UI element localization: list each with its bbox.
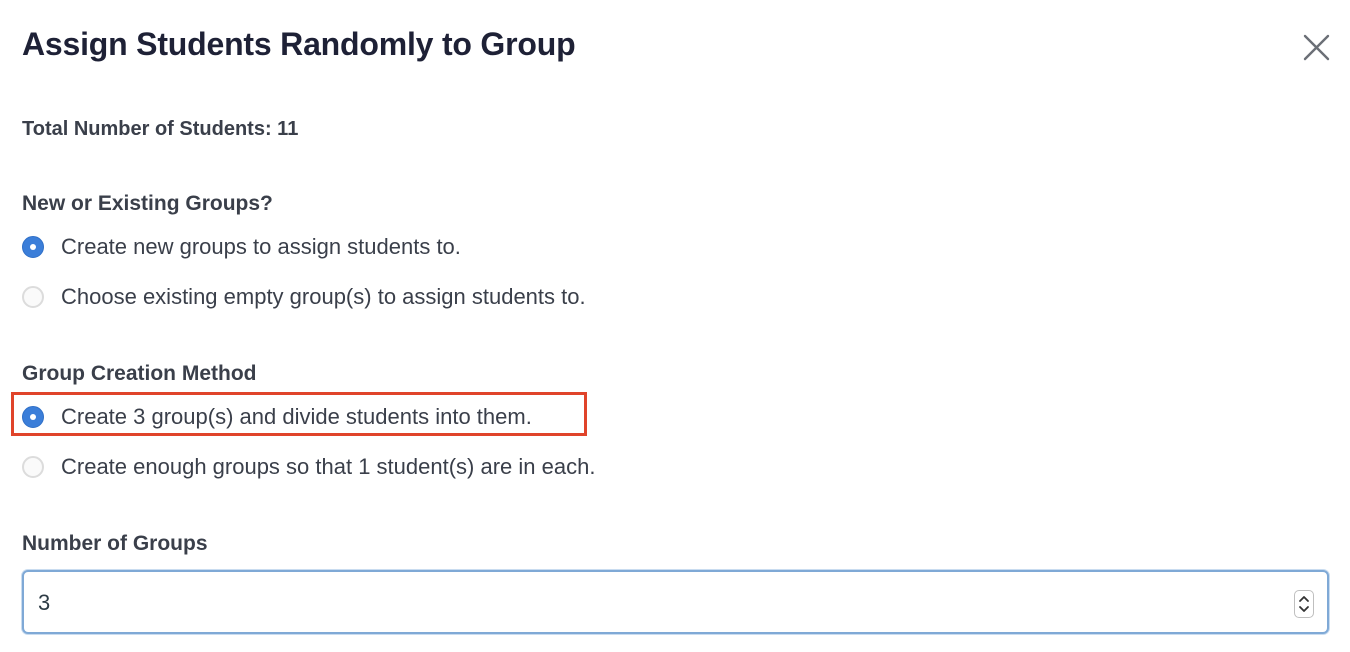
close-button[interactable]	[1298, 30, 1334, 66]
dialog-title: Assign Students Randomly to Group	[22, 26, 576, 62]
radio-label: Choose existing empty group(s) to assign…	[61, 284, 586, 309]
number-of-groups-label: Number of Groups	[22, 532, 208, 555]
radio-label: Create 3 group(s) and divide students in…	[61, 404, 532, 429]
radio-button-selected[interactable]	[22, 406, 44, 428]
close-icon	[1303, 34, 1330, 61]
radio-label: Create enough groups so that 1 student(s…	[61, 454, 596, 479]
assign-groups-dialog: Assign Students Randomly to Group Total …	[0, 0, 1350, 652]
radio-button-unselected[interactable]	[22, 456, 44, 478]
up-down-stepper-icon[interactable]	[1294, 590, 1314, 618]
number-of-groups-value[interactable]: 3	[38, 590, 50, 616]
radio-button-unselected[interactable]	[22, 286, 44, 308]
total-students-text: Total Number of Students: 11	[22, 118, 299, 140]
number-of-groups-input[interactable]: 3	[22, 570, 1329, 634]
radio-create-n-groups[interactable]: Create 3 group(s) and divide students in…	[22, 402, 532, 432]
creation-method-label: Group Creation Method	[22, 362, 257, 385]
radio-choose-existing-groups[interactable]: Choose existing empty group(s) to assign…	[22, 282, 586, 312]
radio-create-new-groups[interactable]: Create new groups to assign students to.	[22, 232, 461, 262]
radio-students-per-group[interactable]: Create enough groups so that 1 student(s…	[22, 452, 595, 482]
radio-button-selected[interactable]	[22, 236, 44, 258]
group-source-label: New or Existing Groups?	[22, 192, 273, 215]
radio-label: Create new groups to assign students to.	[61, 234, 461, 259]
